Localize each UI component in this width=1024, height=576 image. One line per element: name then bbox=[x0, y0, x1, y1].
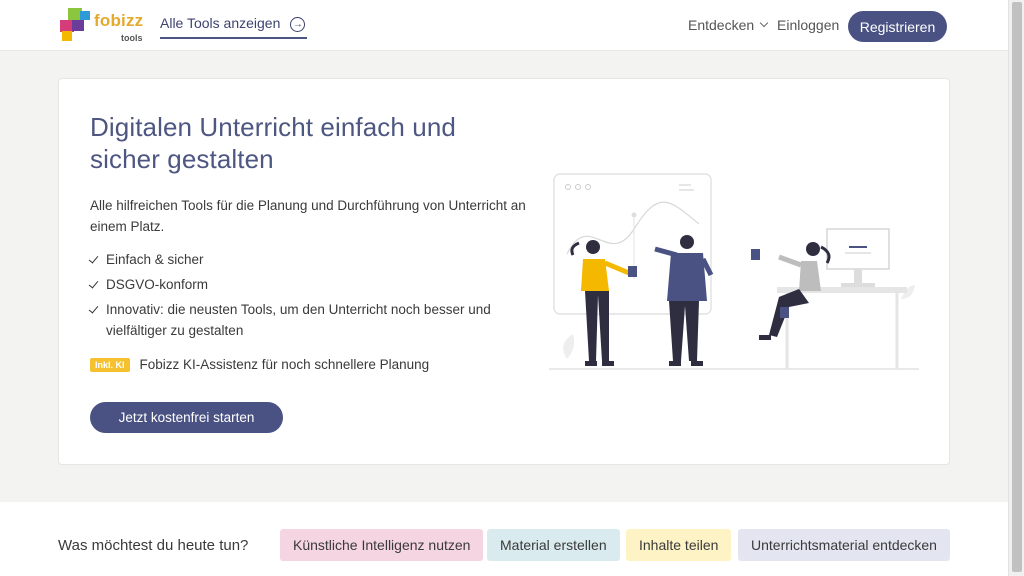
feature-item: DSGVO-konform bbox=[88, 274, 540, 295]
team-collaboration-illustration bbox=[549, 173, 919, 370]
feature-list: Einfach & sicher DSGVO-konform Innovativ… bbox=[88, 249, 540, 345]
chip-share-content[interactable]: Inhalte teilen bbox=[626, 529, 732, 561]
ki-assistant-text: Fobizz KI-Assistenz für noch schnellere … bbox=[139, 357, 430, 372]
chip-ai[interactable]: Künstliche Intelligenz nutzen bbox=[280, 529, 484, 561]
arrow-right-circle-icon: → bbox=[290, 17, 306, 32]
all-tools-label: Alle Tools anzeigen bbox=[160, 15, 281, 31]
feature-item: Einfach & sicher bbox=[88, 249, 540, 270]
check-icon bbox=[88, 278, 99, 289]
hero-card: Digitalen Unterricht einfach und sicher … bbox=[58, 78, 950, 465]
nav-explore-label: Entdecken bbox=[688, 17, 755, 33]
hero-title: Digitalen Unterricht einfach und sicher … bbox=[90, 112, 456, 174]
chip-discover-material[interactable]: Unterrichtsmaterial entdecken bbox=[738, 529, 950, 561]
all-tools-link[interactable]: Alle Tools anzeigen → bbox=[160, 15, 308, 39]
logo-mark-icon bbox=[60, 8, 90, 42]
ki-badge: Inkl. KI bbox=[90, 357, 130, 372]
check-icon bbox=[88, 253, 99, 264]
scrollbar[interactable] bbox=[1008, 0, 1024, 576]
logo-text: fobizz bbox=[94, 11, 144, 30]
action-question: Was möchtest du heute tun? bbox=[58, 537, 249, 554]
start-free-button[interactable]: Jetzt kostenfrei starten bbox=[90, 402, 283, 433]
logo-subtext: tools bbox=[121, 33, 143, 43]
top-navigation: fobizz tools Alle Tools anzeigen → Entde… bbox=[0, 0, 1008, 51]
scrollbar-thumb[interactable] bbox=[1012, 2, 1022, 572]
register-button[interactable]: Registrieren bbox=[848, 11, 947, 42]
chevron-down-icon bbox=[759, 18, 769, 28]
check-icon bbox=[88, 303, 99, 314]
fobizz-logo[interactable]: fobizz tools bbox=[60, 8, 150, 44]
login-link[interactable]: Einloggen bbox=[777, 17, 839, 33]
action-bar: Was möchtest du heute tun? Künstliche In… bbox=[0, 502, 1008, 576]
nav-explore-dropdown[interactable]: Entdecken bbox=[688, 17, 769, 33]
hero-description: Alle hilfreichen Tools für die Planung u… bbox=[90, 198, 526, 234]
chip-create-material[interactable]: Material erstellen bbox=[487, 529, 620, 561]
feature-item: Innovativ: die neusten Tools, um den Unt… bbox=[88, 299, 540, 341]
ki-assistant-row: Inkl. KI Fobizz KI-Assistenz für noch sc… bbox=[90, 357, 429, 372]
